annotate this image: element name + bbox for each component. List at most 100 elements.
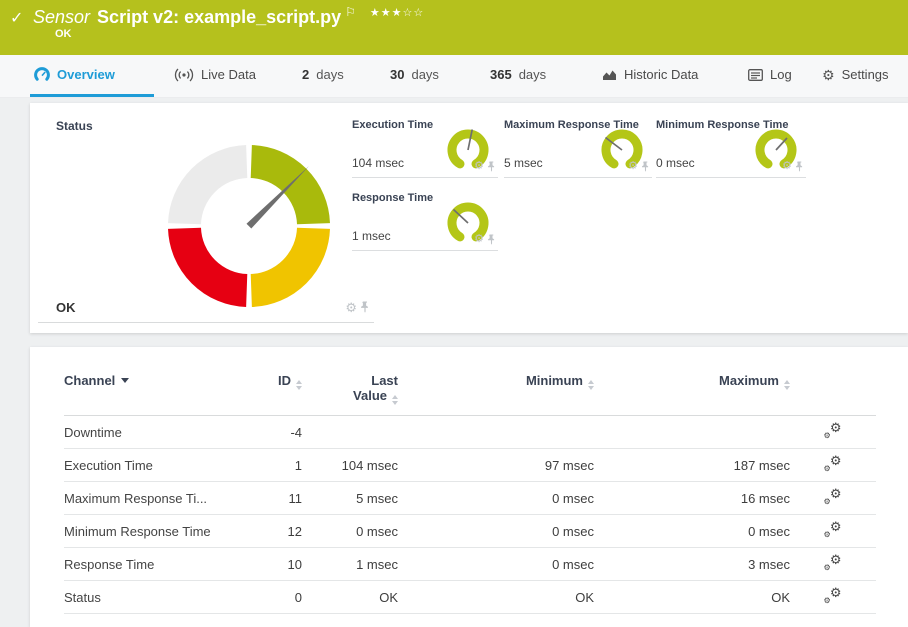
status-cell-title: Status	[38, 113, 348, 133]
table-row[interactable]: Status 0 OK OK OK ⚙⚙	[64, 581, 876, 614]
tab-log[interactable]: Log	[744, 55, 796, 97]
tab-2-days[interactable]: 2 days	[298, 55, 348, 97]
channel-settings-icon[interactable]: ⚙⚙	[825, 588, 842, 604]
column-header-last-value[interactable]: Last Value	[302, 373, 398, 416]
table-row[interactable]: Downtime -4 ⚙⚙	[64, 416, 876, 449]
column-label: ID	[278, 373, 291, 388]
gear-icon[interactable]: ⚙	[474, 234, 484, 245]
channel-name[interactable]: Maximum Response Ti...	[64, 482, 240, 515]
channel-id: 0	[240, 581, 302, 614]
channel-last-value: 5 msec	[302, 482, 398, 515]
table-row[interactable]: Minimum Response Time 12 0 msec 0 msec 0…	[64, 515, 876, 548]
status-gauge-cell: Status OK ⚙	[38, 113, 348, 323]
channel-settings-icon[interactable]: ⚙⚙	[825, 456, 842, 472]
gauge-cell-maximum-response-time: Maximum Response Time 5 msec ⚙	[504, 113, 652, 178]
channel-settings-icon[interactable]: ⚙⚙	[825, 555, 842, 571]
column-label: Minimum	[526, 373, 583, 388]
sort-icon	[392, 395, 398, 405]
channel-minimum	[398, 416, 594, 449]
tab-overview[interactable]: Overview	[30, 55, 154, 97]
channel-maximum	[594, 416, 790, 449]
tab-label: Overview	[57, 67, 115, 82]
channel-name[interactable]: Downtime	[64, 416, 240, 449]
column-label: Last	[371, 373, 398, 388]
channel-maximum: 187 msec	[594, 449, 790, 482]
sensor-header: ✓ SensorScript v2: example_script.py⚐★★★…	[0, 0, 908, 55]
tab-number: 30	[390, 67, 404, 82]
channel-last-value: 0 msec	[302, 515, 398, 548]
gauge-value: 104 msec	[352, 156, 404, 170]
column-header-id[interactable]: ID	[240, 373, 302, 416]
channel-last-value: OK	[302, 581, 398, 614]
gauge-title: Minimum Response Time	[656, 113, 806, 131]
gear-icon[interactable]: ⚙	[474, 161, 484, 172]
channel-minimum: 0 msec	[398, 482, 594, 515]
pin-icon[interactable]	[795, 161, 804, 172]
channel-settings-icon[interactable]: ⚙⚙	[825, 423, 842, 439]
gear-icon: ⚙	[822, 68, 835, 82]
chart-icon	[602, 68, 617, 81]
table-header-row: Channel ID Last Value Minimum Maximum	[64, 373, 876, 416]
table-row[interactable]: Maximum Response Ti... 11 5 msec 0 msec …	[64, 482, 876, 515]
channel-minimum: 97 msec	[398, 449, 594, 482]
channel-last-value: 1 msec	[302, 548, 398, 581]
channel-maximum: 0 msec	[594, 515, 790, 548]
flag-icon[interactable]: ⚐	[345, 5, 356, 19]
column-label: Channel	[64, 373, 115, 388]
channel-last-value	[302, 416, 398, 449]
channel-name[interactable]: Response Time	[64, 548, 240, 581]
object-kind-label: Sensor	[33, 7, 90, 27]
sort-icon	[588, 380, 594, 390]
tab-label: Live Data	[201, 67, 256, 82]
channels-panel: Channel ID Last Value Minimum Maximum	[30, 347, 908, 627]
column-header-channel[interactable]: Channel	[64, 373, 240, 416]
gauge-cell-minimum-response-time: Minimum Response Time 0 msec ⚙	[656, 113, 806, 178]
pin-icon[interactable]	[641, 161, 650, 172]
tab-label: Historic Data	[624, 67, 698, 82]
pin-icon[interactable]	[487, 161, 496, 172]
pin-icon[interactable]	[360, 301, 370, 313]
log-icon	[748, 69, 763, 81]
channel-id: -4	[240, 416, 302, 449]
channel-id: 1	[240, 449, 302, 482]
tab-live-data[interactable]: Live Data	[170, 55, 260, 97]
channel-settings-icon[interactable]: ⚙⚙	[825, 489, 842, 505]
channel-name[interactable]: Status	[64, 581, 240, 614]
table-row[interactable]: Execution Time 1 104 msec 97 msec 187 ms…	[64, 449, 876, 482]
tab-30-days[interactable]: 30 days	[386, 55, 443, 97]
channel-id: 12	[240, 515, 302, 548]
channel-id: 11	[240, 482, 302, 515]
channel-name[interactable]: Execution Time	[64, 449, 240, 482]
channel-settings-icon[interactable]: ⚙⚙	[825, 522, 842, 538]
tab-365-days[interactable]: 365 days	[486, 55, 550, 97]
column-label: Value	[353, 388, 387, 403]
column-label: Maximum	[719, 373, 779, 388]
column-header-maximum[interactable]: Maximum	[594, 373, 790, 416]
tab-settings[interactable]: ⚙ Settings	[818, 55, 893, 97]
channel-maximum: OK	[594, 581, 790, 614]
table-row[interactable]: Response Time 10 1 msec 0 msec 3 msec ⚙⚙	[64, 548, 876, 581]
channel-last-value: 104 msec	[302, 449, 398, 482]
sort-icon	[784, 380, 790, 390]
column-header-minimum[interactable]: Minimum	[398, 373, 594, 416]
tab-label: Log	[770, 67, 792, 82]
status-cell-footer: OK ⚙	[38, 294, 374, 323]
gauge-cell-execution-time: Execution Time 104 msec ⚙	[352, 113, 498, 178]
gauge-cell-response-time: Response Time 1 msec ⚙	[352, 186, 498, 251]
tab-bar: Overview Live Data 2 days 30 days 365 da…	[0, 55, 908, 98]
gauge-value: 0 msec	[656, 156, 695, 170]
tab-number: 365	[490, 67, 512, 82]
broadcast-icon	[174, 68, 194, 82]
gauge-icon	[34, 67, 50, 82]
gear-icon[interactable]: ⚙	[628, 161, 638, 172]
sensor-title-line: SensorScript v2: example_script.py⚐★★★☆☆	[33, 5, 424, 28]
gear-icon[interactable]: ⚙	[345, 301, 357, 314]
tab-label: days	[519, 67, 546, 82]
pin-icon[interactable]	[487, 234, 496, 245]
priority-stars[interactable]: ★★★☆☆	[370, 7, 424, 19]
gear-icon[interactable]: ⚙	[782, 161, 792, 172]
channels-table: Channel ID Last Value Minimum Maximum	[64, 373, 876, 614]
tab-historic-data[interactable]: Historic Data	[598, 55, 702, 97]
channel-name[interactable]: Minimum Response Time	[64, 515, 240, 548]
column-header-actions	[790, 373, 876, 416]
